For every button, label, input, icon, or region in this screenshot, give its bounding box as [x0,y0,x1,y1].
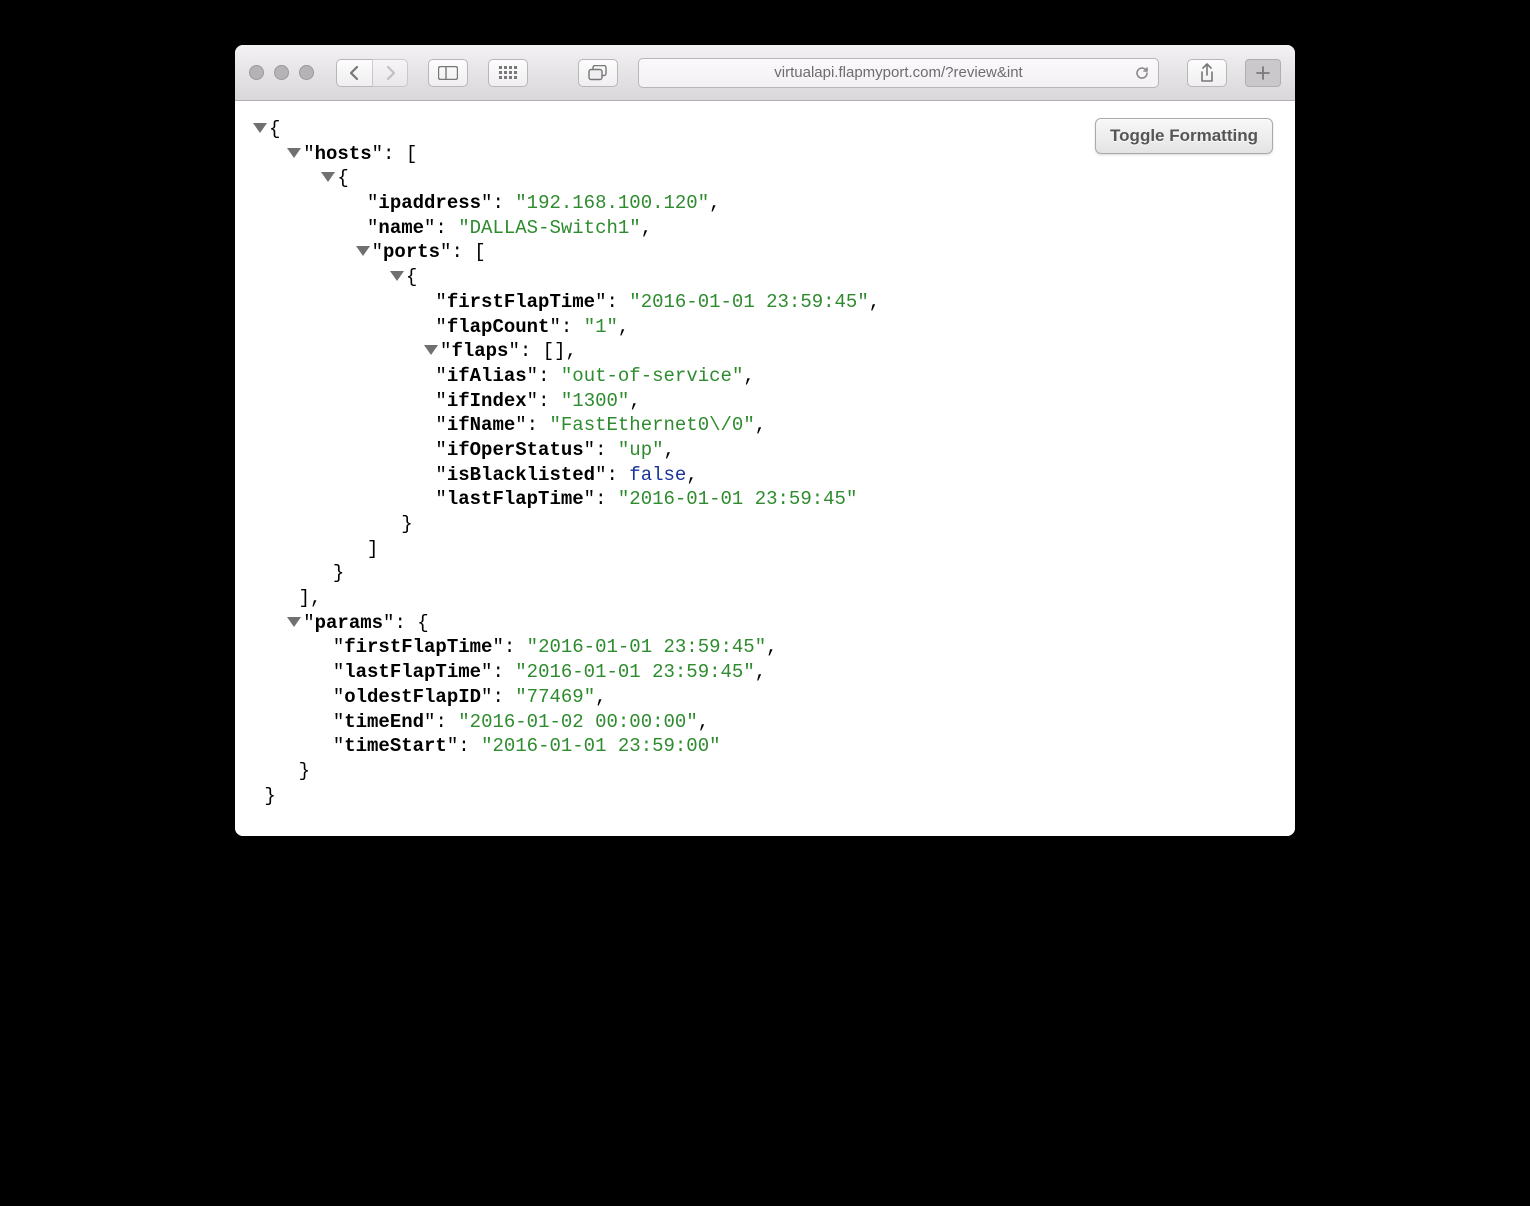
disclosure-icon[interactable] [287,617,301,627]
json-key: timeStart [344,735,447,757]
json-string: "2016-01-02 00:00:00" [458,711,697,733]
top-sites-button[interactable] [488,59,528,87]
json-string: "1300" [561,390,629,412]
json-string: "2016-01-01 23:59:00" [481,735,720,757]
disclosure-icon[interactable] [390,271,404,281]
json-string: "DALLAS-Switch1" [458,217,640,239]
chevron-right-icon [385,65,396,81]
page-content: Toggle Formatting { "hosts": [ { "ipaddr… [235,101,1295,836]
json-viewer: { "hosts": [ { "ipaddress": "192.168.100… [253,117,1277,808]
chevron-left-icon [349,65,360,81]
plus-icon [1256,66,1270,80]
json-key: lastFlapTime [447,488,584,510]
traffic-lights [249,65,314,80]
json-string: "1" [584,316,618,338]
disclosure-icon[interactable] [424,345,438,355]
json-key: ipaddress [378,192,481,214]
json-string: "2016-01-01 23:59:45" [527,636,766,658]
json-key: lastFlapTime [344,661,481,683]
json-key: flapCount [447,316,550,338]
forward-button[interactable] [372,59,408,87]
sidebar-toggle-button[interactable] [428,59,468,87]
browser-window: virtualapi.flapmyport.com/?review&int To… [235,45,1295,836]
disclosure-icon[interactable] [356,246,370,256]
json-key: isBlacklisted [447,464,595,486]
json-key: hosts [315,143,372,165]
json-key: firstFlapTime [344,636,492,658]
reload-icon [1134,65,1150,81]
json-string: "2016-01-01 23:59:45" [629,291,868,313]
address-bar[interactable]: virtualapi.flapmyport.com/?review&int [638,58,1159,88]
toggle-formatting-button[interactable]: Toggle Formatting [1095,118,1273,154]
new-tab-button[interactable] [1245,59,1281,87]
json-string: "77469" [515,686,595,708]
share-button[interactable] [1187,59,1227,87]
json-key: ifIndex [447,390,527,412]
disclosure-icon[interactable] [287,148,301,158]
json-key: timeEnd [344,711,424,733]
zoom-window-button[interactable] [299,65,314,80]
json-key: name [378,217,424,239]
share-icon [1199,63,1215,83]
json-key: ifOperStatus [447,439,584,461]
disclosure-icon[interactable] [321,172,335,182]
grid-icon [499,66,517,79]
json-key: oldestFlapID [344,686,481,708]
json-string: "2016-01-01 23:59:45" [515,661,754,683]
minimize-window-button[interactable] [274,65,289,80]
json-boolean: false [629,464,686,486]
json-string: "192.168.100.120" [515,192,709,214]
disclosure-icon[interactable] [253,123,267,133]
json-string: "out-of-service" [561,365,743,387]
tabs-icon [588,65,608,81]
json-key: ifName [447,414,515,436]
json-key: ifAlias [447,365,527,387]
json-key: params [315,612,383,634]
back-button[interactable] [336,59,372,87]
json-string: "FastEthernet0\/0" [549,414,754,436]
sidebar-icon [438,66,458,80]
titlebar: virtualapi.flapmyport.com/?review&int [235,45,1295,101]
tab-overview-button[interactable] [578,59,618,87]
json-key: ports [383,241,440,263]
json-key: flaps [451,340,508,362]
close-window-button[interactable] [249,65,264,80]
url-text: virtualapi.flapmyport.com/?review&int [774,64,1022,81]
reload-button[interactable] [1134,65,1150,81]
json-string: "up" [618,439,664,461]
json-key: firstFlapTime [447,291,595,313]
json-string: "2016-01-01 23:59:45" [618,488,857,510]
json-array-empty: [] [543,340,566,362]
nav-group [336,59,408,87]
